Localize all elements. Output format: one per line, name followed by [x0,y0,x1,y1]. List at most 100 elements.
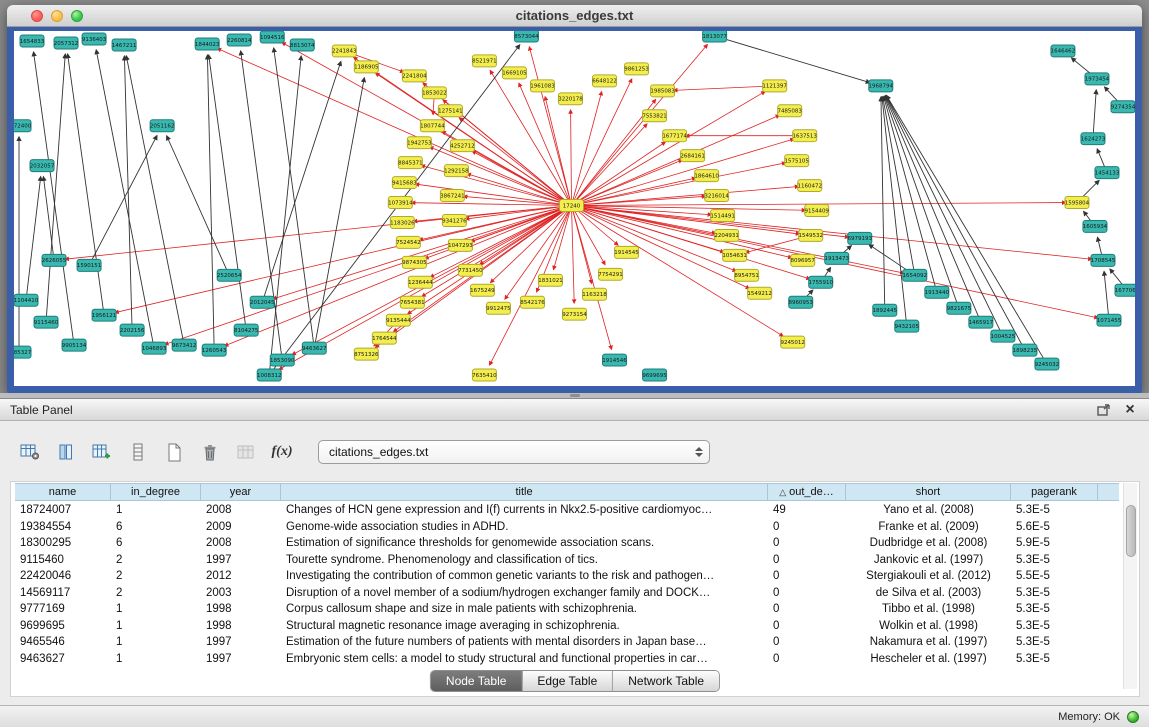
cell-name[interactable]: 18724007 [15,502,111,519]
network-node[interactable]: 1465917 [969,316,994,328]
cell-name[interactable]: 22420046 [15,568,111,585]
cell-short[interactable]: Wolkin et al. (1998) [846,618,1011,635]
table-row[interactable]: 2242004622012Investigating the contribut… [15,568,1119,585]
cell-title[interactable]: Estimation of the future numbers of pati… [281,634,768,651]
network-node[interactable]: 1183026 [390,216,415,228]
cell-name[interactable]: 9699695 [15,618,111,635]
network-node[interactable]: 1913473 [824,252,849,264]
table-row[interactable]: 1830029562008Estimation of significance … [15,535,1119,552]
cell-name[interactable]: 9465546 [15,634,111,651]
network-node[interactable]: 9135444 [386,314,411,326]
table-mode-icon[interactable] [16,439,44,465]
vertical-scrollbar[interactable] [1123,483,1137,689]
network-node[interactable]: 9673412 [172,339,196,351]
cell-year[interactable]: 2003 [201,585,281,602]
network-node[interactable]: 8845371 [398,157,422,169]
network-node[interactable]: 1654092 [903,269,927,281]
cell-indegree[interactable]: 1 [111,618,201,635]
cell-name[interactable]: 9115460 [15,552,111,569]
network-node[interactable]: 2032057 [30,160,55,172]
table-row[interactable]: 1456911722003Disruption of a novel membe… [15,585,1119,602]
cell-year[interactable]: 1997 [201,634,281,651]
network-node[interactable]: 4252712 [450,140,474,152]
cell-year[interactable]: 2008 [201,502,281,519]
tab-edge-table[interactable]: Edge Table [521,671,612,691]
network-node[interactable]: 1708545 [1091,254,1116,266]
network-node[interactable]: 3216014 [704,190,729,202]
network-node[interactable]: 3220178 [558,93,583,105]
network-node[interactable]: 1764544 [372,332,397,344]
network-node[interactable]: 9821675 [947,302,972,314]
cell-outde[interactable]: 0 [768,601,846,618]
network-node[interactable]: 9905134 [62,339,87,351]
network-node[interactable]: 1864610 [694,170,719,182]
network-node[interactable]: 1514491 [710,209,734,221]
network-node[interactable]: 1968794 [869,80,894,92]
cell-short[interactable]: Tibbo et al. (1998) [846,601,1011,618]
cell-pagerank[interactable]: 5.3E-5 [1011,552,1098,569]
cell-indegree[interactable]: 2 [111,568,201,585]
row-settings-icon[interactable] [124,439,152,465]
network-node[interactable]: 17240 [559,200,583,212]
cell-short[interactable]: Franke et al. (2009) [846,519,1011,536]
network-node[interactable]: 1892445 [873,304,898,316]
table-row[interactable]: 911546021997Tourette syndrome. Phenomeno… [15,552,1119,569]
network-node[interactable]: 2057312 [54,37,78,49]
network-node[interactable]: 6648122 [592,75,616,87]
network-node[interactable]: 8096957 [790,254,815,266]
network-node[interactable]: 1654833 [20,35,45,47]
cell-year[interactable]: 1998 [201,618,281,635]
network-node[interactable]: 7731450 [458,264,483,276]
network-node[interactable]: 1549212 [747,287,771,299]
cell-year[interactable]: 2008 [201,535,281,552]
network-node[interactable]: 9432105 [895,320,920,332]
network-node[interactable]: 1260543 [202,344,227,356]
cell-outde[interactable]: 0 [768,585,846,602]
network-node[interactable]: 1942753 [407,137,432,149]
cell-pagerank[interactable]: 5.3E-5 [1011,601,1098,618]
cell-name[interactable]: 9777169 [15,601,111,618]
network-node[interactable]: 2202156 [120,324,145,336]
column-header-indegree[interactable]: in_degree [111,484,201,500]
split-handle[interactable] [570,394,580,397]
cell-short[interactable]: Nakamura et al. (1997) [846,634,1011,651]
network-node[interactable]: 9874305 [402,256,427,268]
network-node[interactable]: 1677064 [1115,284,1135,296]
cell-indegree[interactable]: 1 [111,634,201,651]
network-node[interactable]: 7635410 [472,369,497,381]
network-node[interactable]: 1047293 [448,239,473,251]
cell-pagerank[interactable]: 5.3E-5 [1011,585,1098,602]
network-node[interactable]: 9115460 [34,316,59,328]
network-node[interactable]: 7754291 [598,268,622,280]
network-node[interactable]: 1186905 [354,61,379,73]
network-node[interactable]: 1885327 [14,346,32,358]
network-node[interactable]: 2241843 [332,45,357,57]
network-node[interactable]: 9912475 [486,302,511,314]
network-node[interactable]: 8573044 [514,31,539,42]
cell-pagerank[interactable]: 5.3E-5 [1011,634,1098,651]
cell-title[interactable]: Genome-wide association studies in ADHD. [281,519,768,536]
network-node[interactable]: 1914545 [614,246,639,258]
new-column-icon[interactable] [88,439,116,465]
network-node[interactable]: 2260814 [227,34,252,46]
network-node[interactable]: 1755910 [808,276,833,288]
network-node[interactable]: 1292158 [444,165,469,177]
network-node[interactable]: 1831021 [538,274,562,286]
network-node[interactable]: 9861253 [624,63,649,75]
network-node[interactable]: 1956121 [92,309,116,321]
network-node[interactable]: 1961083 [530,80,555,92]
cell-pagerank[interactable]: 5.3E-5 [1011,618,1098,635]
cell-short[interactable]: de Silva et al. (2003) [846,585,1011,602]
cell-indegree[interactable]: 6 [111,535,201,552]
network-node[interactable]: 1104410 [14,294,39,306]
cell-year[interactable]: 2012 [201,568,281,585]
cell-title[interactable]: Investigating the contribution of common… [281,568,768,585]
network-node[interactable]: 2684161 [680,150,704,162]
cell-short[interactable]: Stergiakouli et al. (2012) [846,568,1011,585]
network-node[interactable]: 1595804 [1065,197,1090,209]
network-node[interactable]: 9245012 [780,336,804,348]
cell-outde[interactable]: 0 [768,568,846,585]
cell-pagerank[interactable]: 5.9E-5 [1011,535,1098,552]
cell-outde[interactable]: 0 [768,519,846,536]
network-node[interactable]: 8960953 [788,296,813,308]
